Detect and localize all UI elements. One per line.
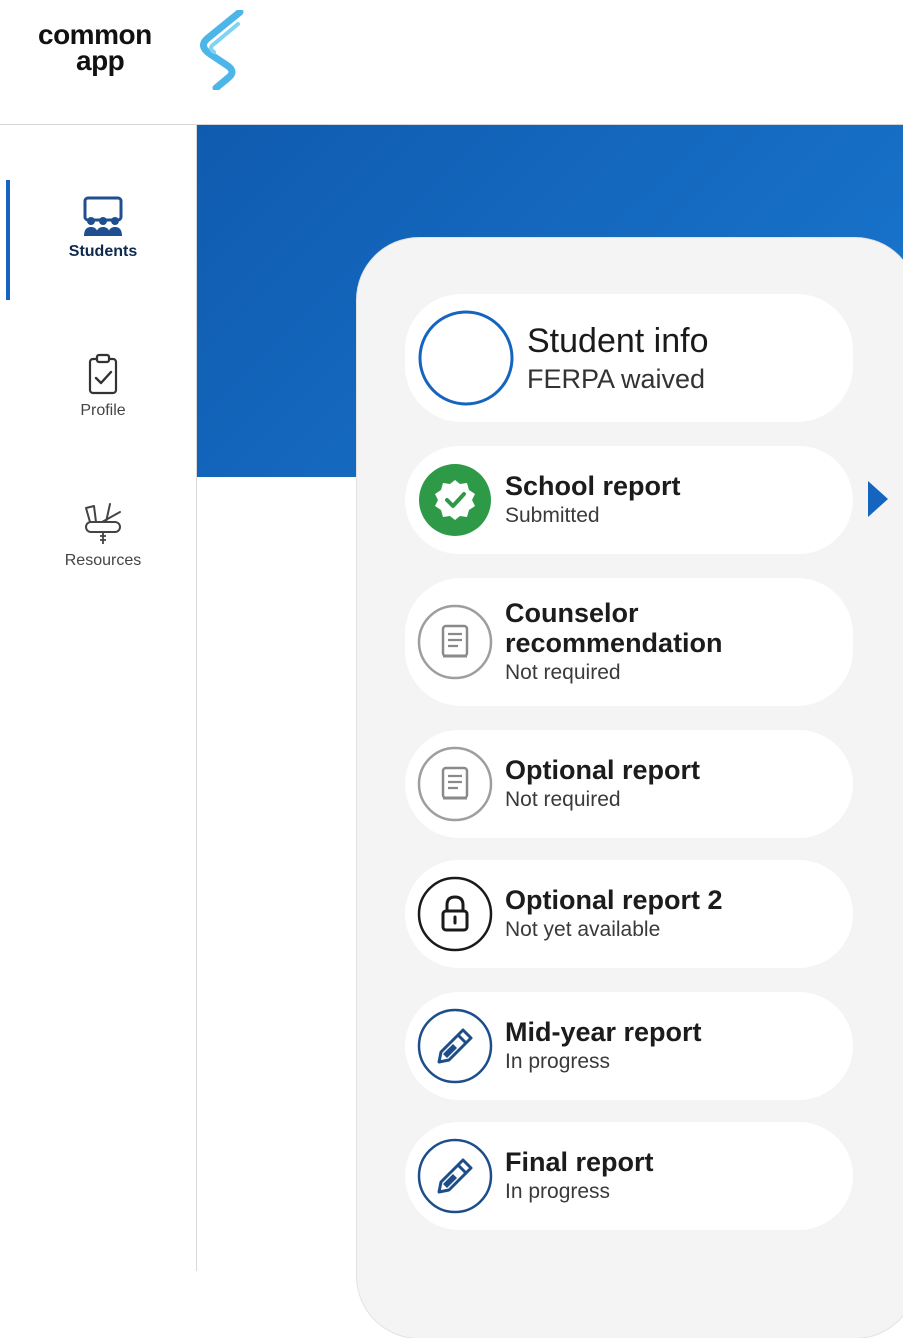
student-info-title: Student info (527, 322, 709, 360)
expand-arrow-icon[interactable] (868, 481, 888, 517)
student-info-card[interactable]: Student info FERPA waived (405, 294, 853, 422)
document-icon (417, 604, 493, 680)
report-title-line-1: Counselor (505, 598, 639, 628)
report-title: Final report (505, 1147, 654, 1177)
ferpa-status: FERPA waived (527, 364, 706, 394)
main-content: Student info FERPA waived School report … (197, 125, 903, 1338)
document-icon (417, 746, 493, 822)
pencil-icon (417, 1008, 493, 1084)
optional-report-card[interactable]: Optional report Not required (405, 730, 853, 838)
avatar-circle-icon (418, 310, 514, 406)
application-status-panel: Student info FERPA waived School report … (357, 238, 903, 1338)
optional-report-2-card[interactable]: Optional report 2 Not yet available (405, 860, 853, 968)
sidebar-item-students[interactable]: Students (10, 195, 196, 261)
report-title: School report (505, 471, 681, 501)
sidebar-nav: Students Profile Resources (0, 125, 197, 1271)
sidebar-item-label: Students (68, 243, 138, 260)
pencil-icon (417, 1138, 493, 1214)
report-title: Mid-year report (505, 1017, 702, 1047)
report-status: In progress (505, 1050, 611, 1073)
logo-swoosh-icon (200, 10, 244, 90)
report-status: Not required (505, 788, 621, 811)
sidebar-item-resources[interactable]: Resources (10, 498, 196, 570)
sidebar-item-profile[interactable]: Profile (10, 352, 196, 420)
report-status: In progress (505, 1180, 611, 1203)
mid-year-report-card[interactable]: Mid-year report In progress (405, 992, 853, 1100)
final-report-card[interactable]: Final report In progress (405, 1122, 853, 1230)
report-title: Optional report 2 (505, 885, 723, 915)
report-status: Submitted (505, 504, 600, 527)
common-app-logo[interactable]: common app (38, 10, 248, 90)
report-status: Not required (505, 661, 621, 684)
students-icon (83, 196, 123, 236)
sidebar-item-label: Profile (80, 402, 126, 419)
lock-icon (417, 876, 493, 952)
app-header: common app (0, 0, 903, 124)
logo-line-2: app (76, 45, 125, 76)
clipboard-check-icon (88, 353, 118, 395)
sidebar-item-label: Resources (64, 552, 142, 569)
report-title-line-2: recommendation (505, 628, 723, 658)
swiss-knife-icon (85, 503, 121, 544)
submitted-check-icon (419, 464, 491, 536)
report-title: Optional report (505, 755, 700, 785)
counselor-recommendation-card[interactable]: Counselor recommendation Not required (405, 578, 853, 706)
logo-wordmark: common app (38, 21, 152, 76)
report-status: Not yet available (505, 918, 661, 941)
school-report-card[interactable]: School report Submitted (405, 446, 853, 554)
avatar (417, 309, 515, 407)
